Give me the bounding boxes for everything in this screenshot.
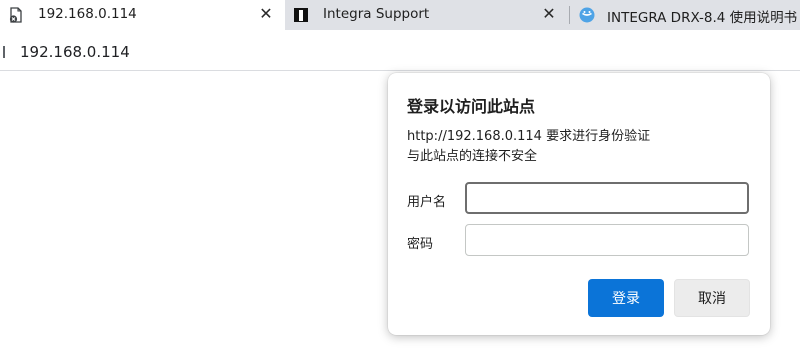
login-button[interactable]: 登录: [588, 279, 664, 317]
username-label: 用户名: [407, 195, 447, 210]
tab-title: INTEGRA DRX-8.4 使用说明书: [607, 10, 798, 26]
tab-192-168-0-114[interactable]: 192.168.0.114 ✕: [0, 0, 285, 30]
tab-title: Integra Support: [323, 6, 430, 22]
cancel-button[interactable]: 取消: [674, 279, 750, 317]
tab-strip: 192.168.0.114 ✕ Integra Support ✕ INTEGR…: [0, 0, 800, 34]
auth-required-message: http://192.168.0.114 要求进行身份验证: [407, 129, 651, 144]
dialog-title: 登录以访问此站点: [407, 97, 536, 116]
tab-title: 192.168.0.114: [38, 6, 137, 22]
manual-globe-icon: [579, 7, 595, 23]
tab-separator: [569, 6, 570, 24]
password-label: 密码: [407, 237, 434, 252]
close-icon[interactable]: ✕: [256, 4, 276, 24]
integra-logo-icon: [293, 7, 309, 23]
password-field[interactable]: [465, 224, 749, 256]
address-edge: [0, 46, 5, 58]
page-error-icon: [8, 7, 24, 23]
address-bar[interactable]: 192.168.0.114: [0, 34, 800, 71]
tab-integra-support[interactable]: Integra Support ✕: [285, 0, 567, 30]
tab-integra-drx-manual[interactable]: INTEGRA DRX-8.4 使用说明书: [567, 0, 800, 30]
address-url[interactable]: 192.168.0.114: [20, 43, 130, 61]
username-field[interactable]: [465, 182, 749, 214]
auth-dialog: 登录以访问此站点 http://192.168.0.114 要求进行身份验证 与…: [388, 73, 770, 335]
close-icon[interactable]: ✕: [539, 4, 559, 24]
insecure-connection-message: 与此站点的连接不安全: [407, 149, 538, 164]
